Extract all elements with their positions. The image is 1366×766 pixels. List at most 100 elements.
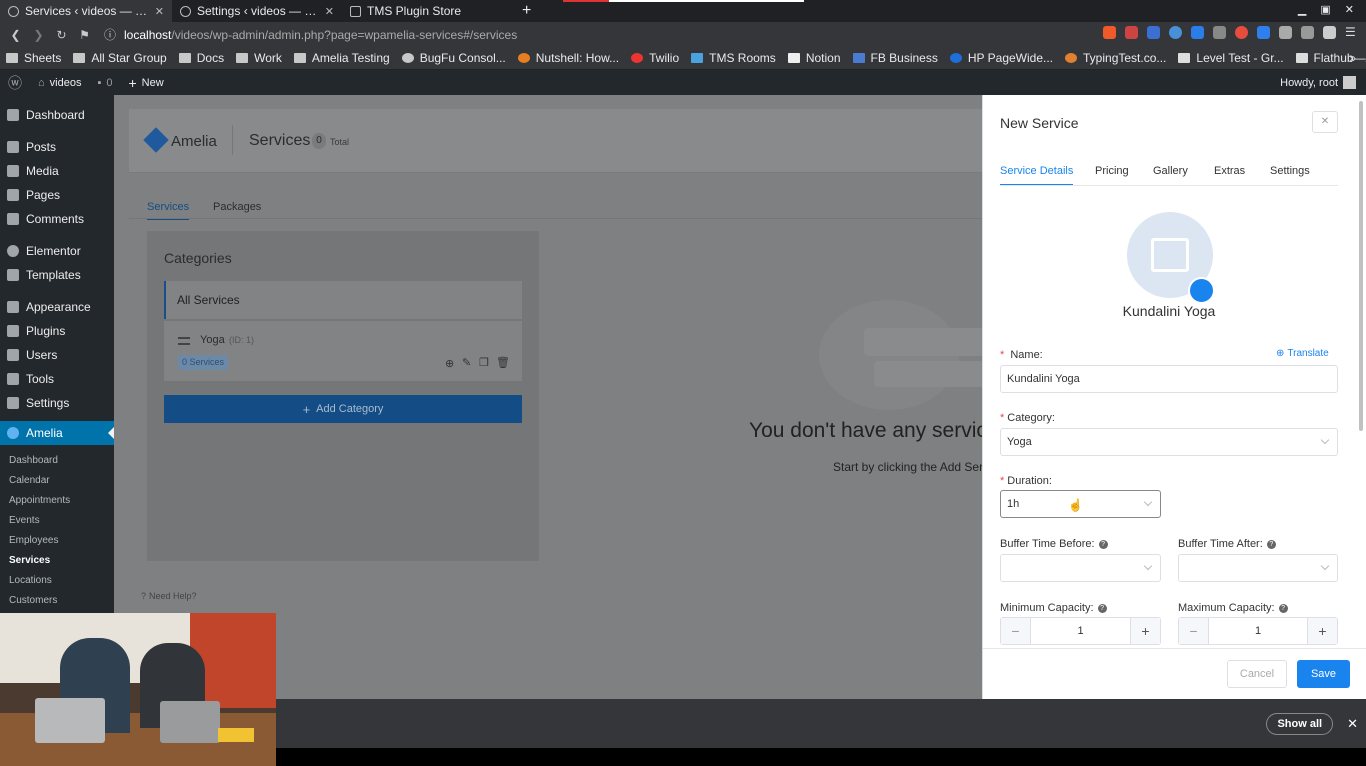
wordpress-logo-icon[interactable]: ⓦ [0,73,30,93]
buffer-before-select[interactable] [1000,554,1161,582]
bookmark-item[interactable]: HP PageWide... [944,51,1059,65]
bookmark-item[interactable]: BugFu Consol... [396,51,512,65]
browser-tab-services[interactable]: Services ‹ videos — WordPress ✕ [0,0,172,22]
menu-item-media[interactable]: Media [0,159,114,183]
bookmark-item[interactable]: Amelia Testing [288,51,396,65]
tab-pricing[interactable]: Pricing [1095,165,1129,177]
extension-icon[interactable] [1257,26,1270,39]
bookmark-item[interactable]: Nutshell: How... [512,51,625,65]
site-name-link[interactable]: ⌂ videos [30,77,89,89]
brave-icon[interactable] [1103,26,1116,39]
all-services-item[interactable]: All Services [164,281,522,319]
submenu-locations[interactable]: Locations [0,571,114,591]
menu-item-templates[interactable]: Templates [0,263,114,287]
help-icon[interactable]: ? [1097,603,1107,613]
menu-item-pages[interactable]: Pages [0,183,114,207]
menu-item-users[interactable]: Users [0,343,114,367]
edit-icon[interactable]: ✎ [462,356,471,369]
submenu-appointments[interactable]: Appointments [0,491,114,511]
increment-button[interactable]: + [1131,618,1160,644]
upload-image-button[interactable] [1188,277,1215,304]
name-field[interactable]: Kundalini Yoga [1000,365,1338,393]
submenu-calendar[interactable]: Calendar [0,471,114,491]
back-icon[interactable]: ❮ [4,28,27,42]
extension-icon[interactable] [1169,26,1182,39]
tab-settings[interactable]: Settings [1270,165,1310,177]
scrollbar[interactable] [1359,101,1363,431]
bookmark-item[interactable]: Work [230,51,288,65]
bookmark-item[interactable]: Notion [782,51,847,65]
browser-tab-tms[interactable]: TMS Plugin Store [342,0,512,22]
add-category-button[interactable]: + Add Category [164,395,522,423]
bookmark-icon[interactable]: ⚑ [73,28,96,42]
close-icon[interactable]: ✕ [1347,716,1358,732]
save-button[interactable]: Save [1297,660,1350,688]
bookmark-item[interactable]: All Star Group [67,51,172,65]
menu-item-elementor[interactable]: Elementor [0,239,114,263]
forward-icon[interactable]: ❯ [27,28,50,42]
puzzle-icon[interactable] [1279,26,1292,39]
need-help-link[interactable]: ? Need Help? [141,591,197,601]
max-capacity-value[interactable]: 1 [1208,618,1308,644]
menu-item-settings[interactable]: Settings [0,391,114,415]
minimize-icon[interactable]: ▁ [1298,3,1306,16]
bookmark-item[interactable]: Twilio [625,51,685,65]
bookmark-item[interactable]: TMS Rooms [685,51,782,65]
bookmark-item[interactable]: Sheets [0,51,67,65]
help-icon[interactable]: ? [1278,603,1288,613]
menu-item-posts[interactable]: Posts [0,135,114,159]
tab-gallery[interactable]: Gallery [1153,165,1188,177]
menu-item-plugins[interactable]: Plugins [0,319,114,343]
bookmark-item[interactable]: FB Business [847,51,944,65]
tab-service-details[interactable]: Service Details [1000,165,1074,186]
menu-icon[interactable]: ☰ [1345,26,1358,39]
buffer-after-select[interactable] [1178,554,1338,582]
extension-icon[interactable] [1147,26,1160,39]
new-content-link[interactable]: + New [120,75,171,91]
submenu-events[interactable]: Events [0,511,114,531]
category-row[interactable]: Yoga (ID: 1) 0 Services ⊕ ✎ ❐ 🗑 [164,321,522,381]
tab-packages[interactable]: Packages [213,201,261,213]
info-icon[interactable]: ⓘ [104,26,116,43]
category-select[interactable]: Yoga [1000,428,1338,456]
increment-button[interactable]: + [1308,618,1337,644]
bookmark-item[interactable]: Level Test - Gr... [1172,51,1289,65]
cancel-button[interactable]: Cancel [1227,660,1287,688]
translate-extension-icon[interactable] [1191,26,1204,39]
close-icon[interactable]: ✕ [325,5,334,18]
delete-icon[interactable]: 🗑 [496,356,510,369]
account-link[interactable]: Howdy, root [1272,76,1364,89]
close-window-icon[interactable]: ✕ [1345,3,1354,16]
help-icon[interactable]: ? [1266,539,1276,549]
sidebar-icon[interactable] [1301,26,1314,39]
menu-item-amelia[interactable]: Amelia [0,421,114,445]
submenu-services[interactable]: Services [0,551,114,571]
browser-tab-settings[interactable]: Settings ‹ videos — WordPress ✕ [172,0,342,22]
min-capacity-value[interactable]: 1 [1030,618,1131,644]
tab-extras[interactable]: Extras [1214,165,1245,177]
decrement-button[interactable]: − [1179,618,1208,644]
help-icon[interactable]: ? [1098,539,1108,549]
show-all-button[interactable]: Show all [1266,712,1334,735]
tab-services[interactable]: Services [147,201,190,220]
close-icon[interactable]: ✕ [155,5,164,18]
extension-icon[interactable] [1213,26,1226,39]
close-drawer-button[interactable]: ✕ [1312,111,1338,133]
globe-icon[interactable]: ⊕ [445,357,454,370]
submenu-dashboard[interactable]: Dashboard [0,451,114,471]
menu-item-appearance[interactable]: Appearance [0,295,114,319]
extension-icon[interactable] [1235,26,1248,39]
bookmark-item[interactable]: Docs [173,51,230,65]
decrement-button[interactable]: − [1001,618,1030,644]
maximize-icon[interactable]: ▣ [1320,3,1330,16]
alert-extension-icon[interactable] [1125,26,1138,39]
bookmark-item[interactable]: TypingTest.co... [1059,51,1172,65]
submenu-customers[interactable]: Customers [0,591,114,611]
comments-link[interactable]: ▪ 0 [89,77,120,89]
new-tab-button[interactable]: + [522,2,531,20]
submenu-employees[interactable]: Employees [0,531,114,551]
menu-item-comments[interactable]: Comments [0,207,114,231]
duplicate-icon[interactable]: ❐ [479,356,489,369]
menu-item-dashboard[interactable]: Dashboard [0,103,114,127]
translate-link[interactable]: ⊕ Translate [1276,348,1329,359]
